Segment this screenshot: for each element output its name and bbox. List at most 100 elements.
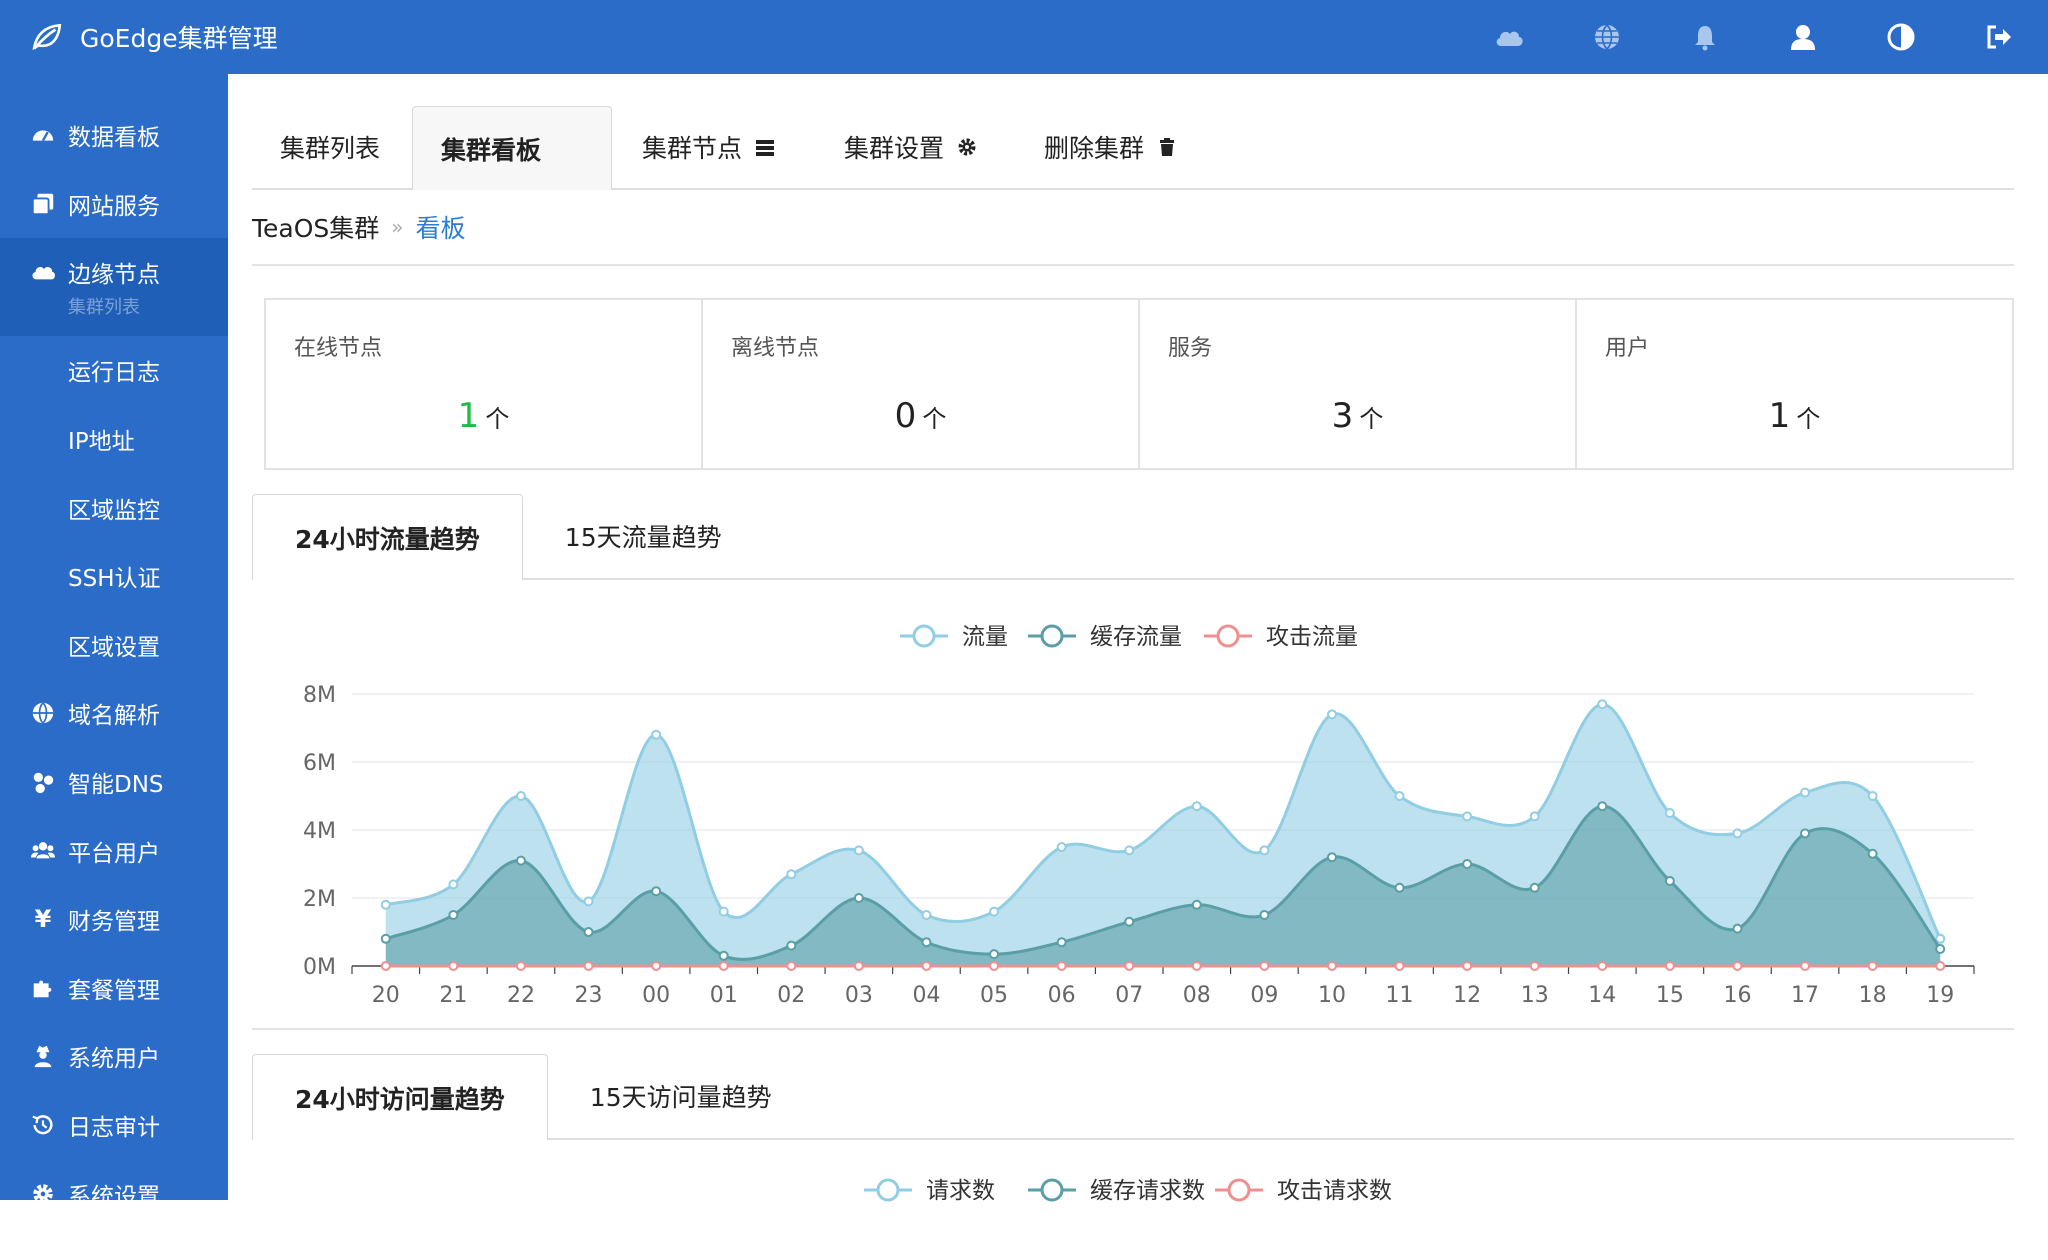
- stat-offline-nodes: 离线节点 0个: [703, 300, 1140, 468]
- tab-label: 集群节点: [642, 134, 743, 163]
- data-point: [1124, 916, 1135, 927]
- tab-24h-traffic[interactable]: 24小时流量趋势: [252, 494, 523, 580]
- data-point: [1800, 961, 1811, 971]
- data-point: [1664, 808, 1675, 818]
- legend-label: 流量: [962, 624, 1008, 650]
- stat-label: 离线节点: [731, 336, 820, 361]
- sidebar-item-smart-dns[interactable]: 智能DNS: [0, 748, 228, 817]
- brand[interactable]: GoEdge集群管理: [30, 19, 278, 55]
- sidebar-item-label: 套餐管理: [68, 977, 160, 1004]
- tab-label: 删除集群: [1044, 134, 1145, 163]
- legend-label: 攻击流量: [1266, 624, 1358, 650]
- data-point: [786, 961, 797, 971]
- data-point: [1394, 882, 1405, 893]
- data-point: [1462, 961, 1473, 971]
- cloud-icon[interactable]: [1460, 0, 1558, 74]
- sidebar-item-finance[interactable]: ¥ 财务管理: [0, 885, 228, 954]
- data-point: [515, 961, 526, 971]
- visits-legend-area: 请求数 缓存请求数 攻击请求数: [252, 1140, 2014, 1260]
- yen-icon: ¥: [34, 905, 52, 934]
- globe-icon: [28, 699, 58, 727]
- stats-panel: 在线节点 1个 离线节点 0个 服务 3个 用户 1个: [264, 298, 2014, 470]
- stat-online-nodes: 在线节点 1个: [266, 300, 703, 468]
- tab-15d-visits[interactable]: 15天访问量趋势: [548, 1054, 814, 1138]
- sidebar-sub-region-settings[interactable]: 区域设置: [0, 611, 228, 680]
- sidebar-item-dashboard[interactable]: 数据看板: [0, 101, 228, 170]
- contrast-icon[interactable]: [1852, 0, 1950, 74]
- tab-label: 15天流量趋势: [564, 523, 722, 552]
- tab-cluster-nodes[interactable]: 集群节点: [612, 106, 804, 188]
- legend-marker: [912, 624, 936, 648]
- breadcrumb-cluster[interactable]: TeaOS集群: [252, 209, 379, 245]
- tab-label: 集群列表: [280, 134, 381, 163]
- stat-users: 用户 1个: [1577, 300, 2012, 468]
- globe-icon[interactable]: [1558, 0, 1656, 74]
- tab-cluster-board[interactable]: 集群看板: [412, 106, 612, 190]
- x-tick-label: 07: [1115, 983, 1143, 1008]
- sidebar-item-label: 域名解析: [68, 703, 160, 730]
- users-icon: [28, 837, 58, 865]
- x-tick-label: 04: [912, 983, 940, 1008]
- x-tick-label: 20: [372, 983, 400, 1008]
- logout-icon[interactable]: [1950, 0, 2048, 74]
- data-point: [989, 961, 1000, 971]
- sidebar-item-label: 运行日志: [68, 360, 160, 387]
- data-point: [1326, 961, 1337, 971]
- x-tick-label: 06: [1048, 983, 1076, 1008]
- breadcrumb-current[interactable]: 看板: [416, 209, 466, 245]
- data-point: [1597, 961, 1608, 971]
- sidebar-sub-ssh-auth[interactable]: SSH认证: [0, 542, 228, 611]
- sidebar-item-plans[interactable]: 套餐管理: [0, 954, 228, 1023]
- tab-cluster-list[interactable]: 集群列表: [252, 106, 412, 188]
- sidebar-item-websites[interactable]: 网站服务: [0, 170, 228, 239]
- data-point: [1326, 852, 1337, 863]
- breadcrumb: TeaOS集群 » 看板: [252, 190, 2014, 266]
- data-point: [1935, 944, 1946, 954]
- data-point: [1191, 801, 1202, 812]
- tab-label: 集群看板: [441, 135, 542, 165]
- data-point: [515, 791, 526, 801]
- sidebar-item-dns-resolve[interactable]: 域名解析: [0, 679, 228, 748]
- tab-delete-cluster[interactable]: 删除集群: [1006, 106, 1206, 188]
- stat-unit: 个: [1359, 405, 1384, 433]
- stat-value: 3个: [1140, 396, 1575, 436]
- tab-label: 24小时访问量趋势: [295, 1084, 505, 1114]
- data-point: [1124, 845, 1135, 856]
- sidebar-item-label: SSH认证: [68, 566, 161, 593]
- sidebar-sub-ip-address[interactable]: IP地址: [0, 405, 228, 474]
- sidebar-item-system-settings[interactable]: 系统设置: [0, 1159, 228, 1228]
- data-point: [651, 886, 662, 897]
- tab-24h-visits[interactable]: 24小时访问量趋势: [252, 1054, 548, 1140]
- x-tick-label: 22: [507, 983, 535, 1008]
- user-icon[interactable]: [1754, 0, 1852, 74]
- visits-tabs: 24小时访问量趋势 15天访问量趋势: [252, 1054, 2014, 1140]
- data-point: [921, 937, 932, 948]
- sidebar-item-label: 数据看板: [68, 125, 160, 152]
- sidebar-sub-region-monitor[interactable]: 区域监控: [0, 473, 228, 542]
- app-title: GoEdge集群管理: [80, 24, 278, 53]
- tab-cluster-settings[interactable]: 集群设置: [804, 106, 1006, 188]
- sidebar-item-system-users[interactable]: 系统用户: [0, 1022, 228, 1091]
- data-point: [380, 899, 391, 910]
- data-point: [786, 869, 797, 880]
- data-point: [380, 933, 391, 944]
- data-point: [651, 961, 662, 971]
- sidebar-sub-run-logs[interactable]: 运行日志: [0, 336, 228, 405]
- legend-marker: [876, 1178, 900, 1202]
- data-point: [989, 949, 1000, 960]
- x-tick-label: 23: [575, 983, 603, 1008]
- x-tick-label: 10: [1318, 983, 1346, 1008]
- bell-icon[interactable]: [1656, 0, 1754, 74]
- sidebar-item-edge-nodes[interactable]: 边缘节点 集群列表: [0, 238, 228, 337]
- sidebar-item-audit-logs[interactable]: 日志审计: [0, 1091, 228, 1160]
- legend-marker: [1040, 1178, 1064, 1202]
- history-icon: [28, 1111, 58, 1139]
- x-tick-label: 11: [1386, 983, 1414, 1008]
- sidebar-item-platform-users[interactable]: 平台用户: [0, 816, 228, 885]
- data-point: [1462, 811, 1473, 822]
- data-point: [989, 906, 1000, 917]
- cloud-icon: [28, 258, 58, 286]
- user-secret-icon: [28, 1042, 58, 1070]
- tab-15d-traffic[interactable]: 15天流量趋势: [523, 494, 764, 578]
- data-point: [853, 845, 864, 856]
